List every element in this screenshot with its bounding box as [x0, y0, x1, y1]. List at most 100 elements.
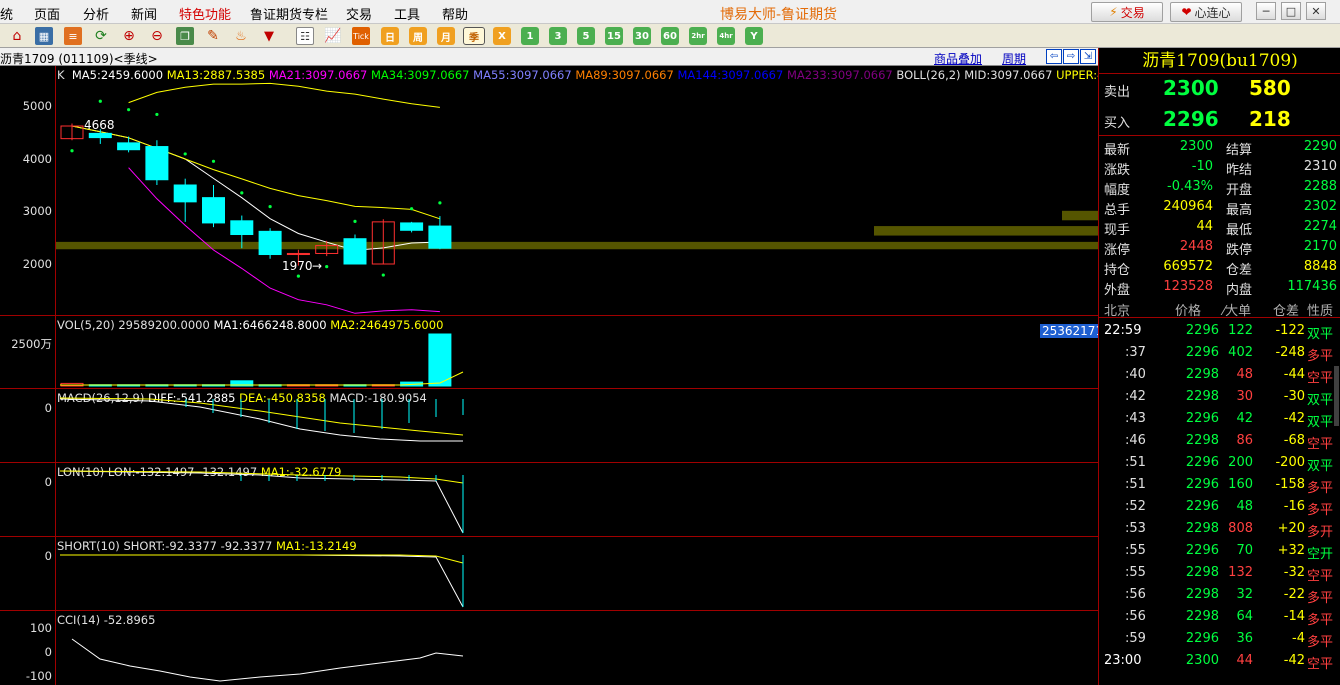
period-month-button[interactable]: 月	[437, 27, 455, 45]
menu-system[interactable]: 统	[0, 4, 13, 23]
nav-left-icon[interactable]: ⇦	[1046, 49, 1062, 64]
stat-row: 幅度 -0.43% 开盘 2288	[1099, 177, 1340, 198]
short-panel[interactable]: SHORT(10) SHORT:-92.3377 -92.3377 MA1:-1…	[0, 537, 1098, 611]
menu-page[interactable]: 页面	[34, 4, 60, 23]
stat-value: 2288	[1303, 179, 1337, 194]
zoom-in-icon[interactable]: ⊕	[120, 27, 138, 45]
tick-row[interactable]: :55 2296 70 +32 空开	[1099, 540, 1340, 562]
macd-panel[interactable]: MACD(26,12,9) DIFF:-541.2885 DEA:-450.83…	[0, 389, 1098, 463]
macd-diff-line	[59, 398, 463, 442]
maximize-button[interactable]: □	[1281, 2, 1301, 20]
menu-tools[interactable]: 工具	[394, 4, 420, 23]
tick-row[interactable]: 23:00 2300 44 -42 空平	[1099, 650, 1340, 672]
tick-row[interactable]: :52 2296 48 -16 多平	[1099, 496, 1340, 518]
tick-price: 2296	[1185, 543, 1219, 558]
tick-row[interactable]: :55 2298 132 -32 空平	[1099, 562, 1340, 584]
lon-ma-line	[59, 470, 464, 484]
tick-nature: 空平	[1307, 569, 1334, 584]
nav-expand-icon[interactable]: ⇲	[1080, 49, 1096, 64]
grid-icon[interactable]: ▦	[35, 27, 53, 45]
tick-header: 北京 价格 ⁄大单 仓差 性质	[1099, 298, 1340, 319]
stat-label: 最高	[1226, 203, 1253, 218]
period-5min-button[interactable]: 5	[577, 27, 595, 45]
price-panel[interactable]: K MA5:2459.6000 MA13:2887.5385 MA21:3097…	[0, 66, 1126, 316]
tick-header-nature: 性质	[1307, 304, 1334, 319]
quote-list-icon[interactable]: ≡	[64, 27, 82, 45]
tick-volume: 122	[1228, 323, 1253, 338]
buy-row: 买入 2296 218	[1099, 105, 1340, 136]
tick-row[interactable]: :42 2298 30 -30 双平	[1099, 386, 1340, 408]
tick-nature: 双平	[1307, 459, 1334, 474]
fire-icon[interactable]: ♨	[232, 27, 250, 45]
period-15min-button[interactable]: 15	[605, 27, 623, 45]
menu-features[interactable]: 特色功能	[179, 4, 231, 23]
resistance-band-1	[874, 226, 1098, 236]
tick-scrollbar[interactable]	[1334, 366, 1339, 426]
stat-value: 240964	[1163, 199, 1213, 214]
tick-row[interactable]: :37 2296 402 -248 多平	[1099, 342, 1340, 364]
refresh-icon[interactable]: ⟳	[92, 27, 110, 45]
cci-panel[interactable]: CCI(14) -52.8965 100 0 -100	[0, 611, 1098, 685]
menu-news[interactable]: 新闻	[131, 4, 157, 23]
tick-row[interactable]: :51 2296 200 -200 双平	[1099, 452, 1340, 474]
tick-row[interactable]: 22:59 2296 122 -122 双平	[1099, 320, 1340, 342]
tick-diff: -4	[1292, 631, 1305, 646]
lon-panel[interactable]: LON(10) LON:-132.1497 -132.1497 MA1:-32.…	[0, 463, 1098, 537]
menu-luzheng-column[interactable]: 鲁证期货专栏	[250, 4, 328, 23]
tick-volume: 48	[1236, 499, 1253, 514]
period-quarter-button[interactable]: 季	[463, 27, 485, 45]
volume-panel[interactable]: VOL(5,20) 29589200.0000 MA1:6466248.8000…	[0, 316, 1106, 389]
minimize-button[interactable]: ─	[1256, 2, 1276, 20]
tick-icon[interactable]: Tick	[352, 27, 370, 45]
menu-analysis[interactable]: 分析	[83, 4, 109, 23]
period-60min-button[interactable]: 60	[661, 27, 679, 45]
stat-value: 2170	[1303, 239, 1337, 254]
period-1min-button[interactable]: 1	[521, 27, 539, 45]
period-link[interactable]: 周期	[1002, 50, 1026, 67]
stat-value: 117436	[1287, 279, 1337, 294]
period-day-button[interactable]: 日	[381, 27, 399, 45]
period-2hr-button[interactable]: 2hr	[689, 27, 707, 45]
chart-line-icon[interactable]: 📈	[324, 27, 342, 45]
period-3min-button[interactable]: 3	[549, 27, 567, 45]
tick-diff: -30	[1283, 389, 1305, 404]
tick-time: :42	[1125, 389, 1146, 404]
tick-row[interactable]: :53 2298 808 +20 多开	[1099, 518, 1340, 540]
stat-label: 持仓	[1104, 263, 1131, 278]
tick-row[interactable]: :51 2296 160 -158 多平	[1099, 474, 1340, 496]
period-30min-button[interactable]: 30	[633, 27, 651, 45]
tick-row[interactable]: :59 2296 36 -4 多平	[1099, 628, 1340, 650]
tick-row[interactable]: :56 2298 64 -14 多平	[1099, 606, 1340, 628]
period-4hr-button[interactable]: 4hr	[717, 27, 735, 45]
stat-row: 持仓 669572 仓差 8848	[1099, 257, 1340, 278]
tick-row[interactable]: :46 2298 86 -68 空平	[1099, 430, 1340, 452]
pen-icon[interactable]: ✎	[204, 27, 222, 45]
table-icon[interactable]: ☷	[296, 27, 314, 45]
tick-price: 2296	[1185, 345, 1219, 360]
period-x-button[interactable]: X	[493, 27, 511, 45]
tick-row[interactable]: :56 2298 32 -22 多平	[1099, 584, 1340, 606]
filter-icon[interactable]: ▼	[260, 27, 278, 45]
buy-price[interactable]: 2296	[1163, 107, 1219, 131]
tick-price: 2298	[1185, 389, 1219, 404]
sell-price[interactable]: 2300	[1163, 76, 1219, 100]
home-icon[interactable]: ⌂	[8, 27, 26, 45]
zoom-out-icon[interactable]: ⊖	[148, 27, 166, 45]
buy-label: 买入	[1104, 116, 1131, 131]
overlay-link[interactable]: 商品叠加	[934, 50, 982, 67]
trade-button[interactable]: ⚡ 交易	[1091, 2, 1163, 22]
menu-trade[interactable]: 交易	[346, 4, 372, 23]
window-icon[interactable]: ❐	[176, 27, 194, 45]
menu-help[interactable]: 帮助	[442, 4, 468, 23]
period-week-button[interactable]: 周	[409, 27, 427, 45]
tick-diff: -32	[1283, 565, 1305, 580]
tick-time: :51	[1125, 477, 1146, 492]
tick-nature: 多平	[1307, 635, 1334, 650]
period-year-button[interactable]: Y	[745, 27, 763, 45]
tick-row[interactable]: :40 2298 48 -44 空平	[1099, 364, 1340, 386]
nav-right-icon[interactable]: ⇨	[1063, 49, 1079, 64]
tick-row[interactable]: :43 2296 42 -42 双平	[1099, 408, 1340, 430]
connect-button[interactable]: ❤ 心连心	[1170, 2, 1242, 22]
tick-diff: -158	[1275, 477, 1305, 492]
close-button[interactable]: ✕	[1306, 2, 1326, 20]
